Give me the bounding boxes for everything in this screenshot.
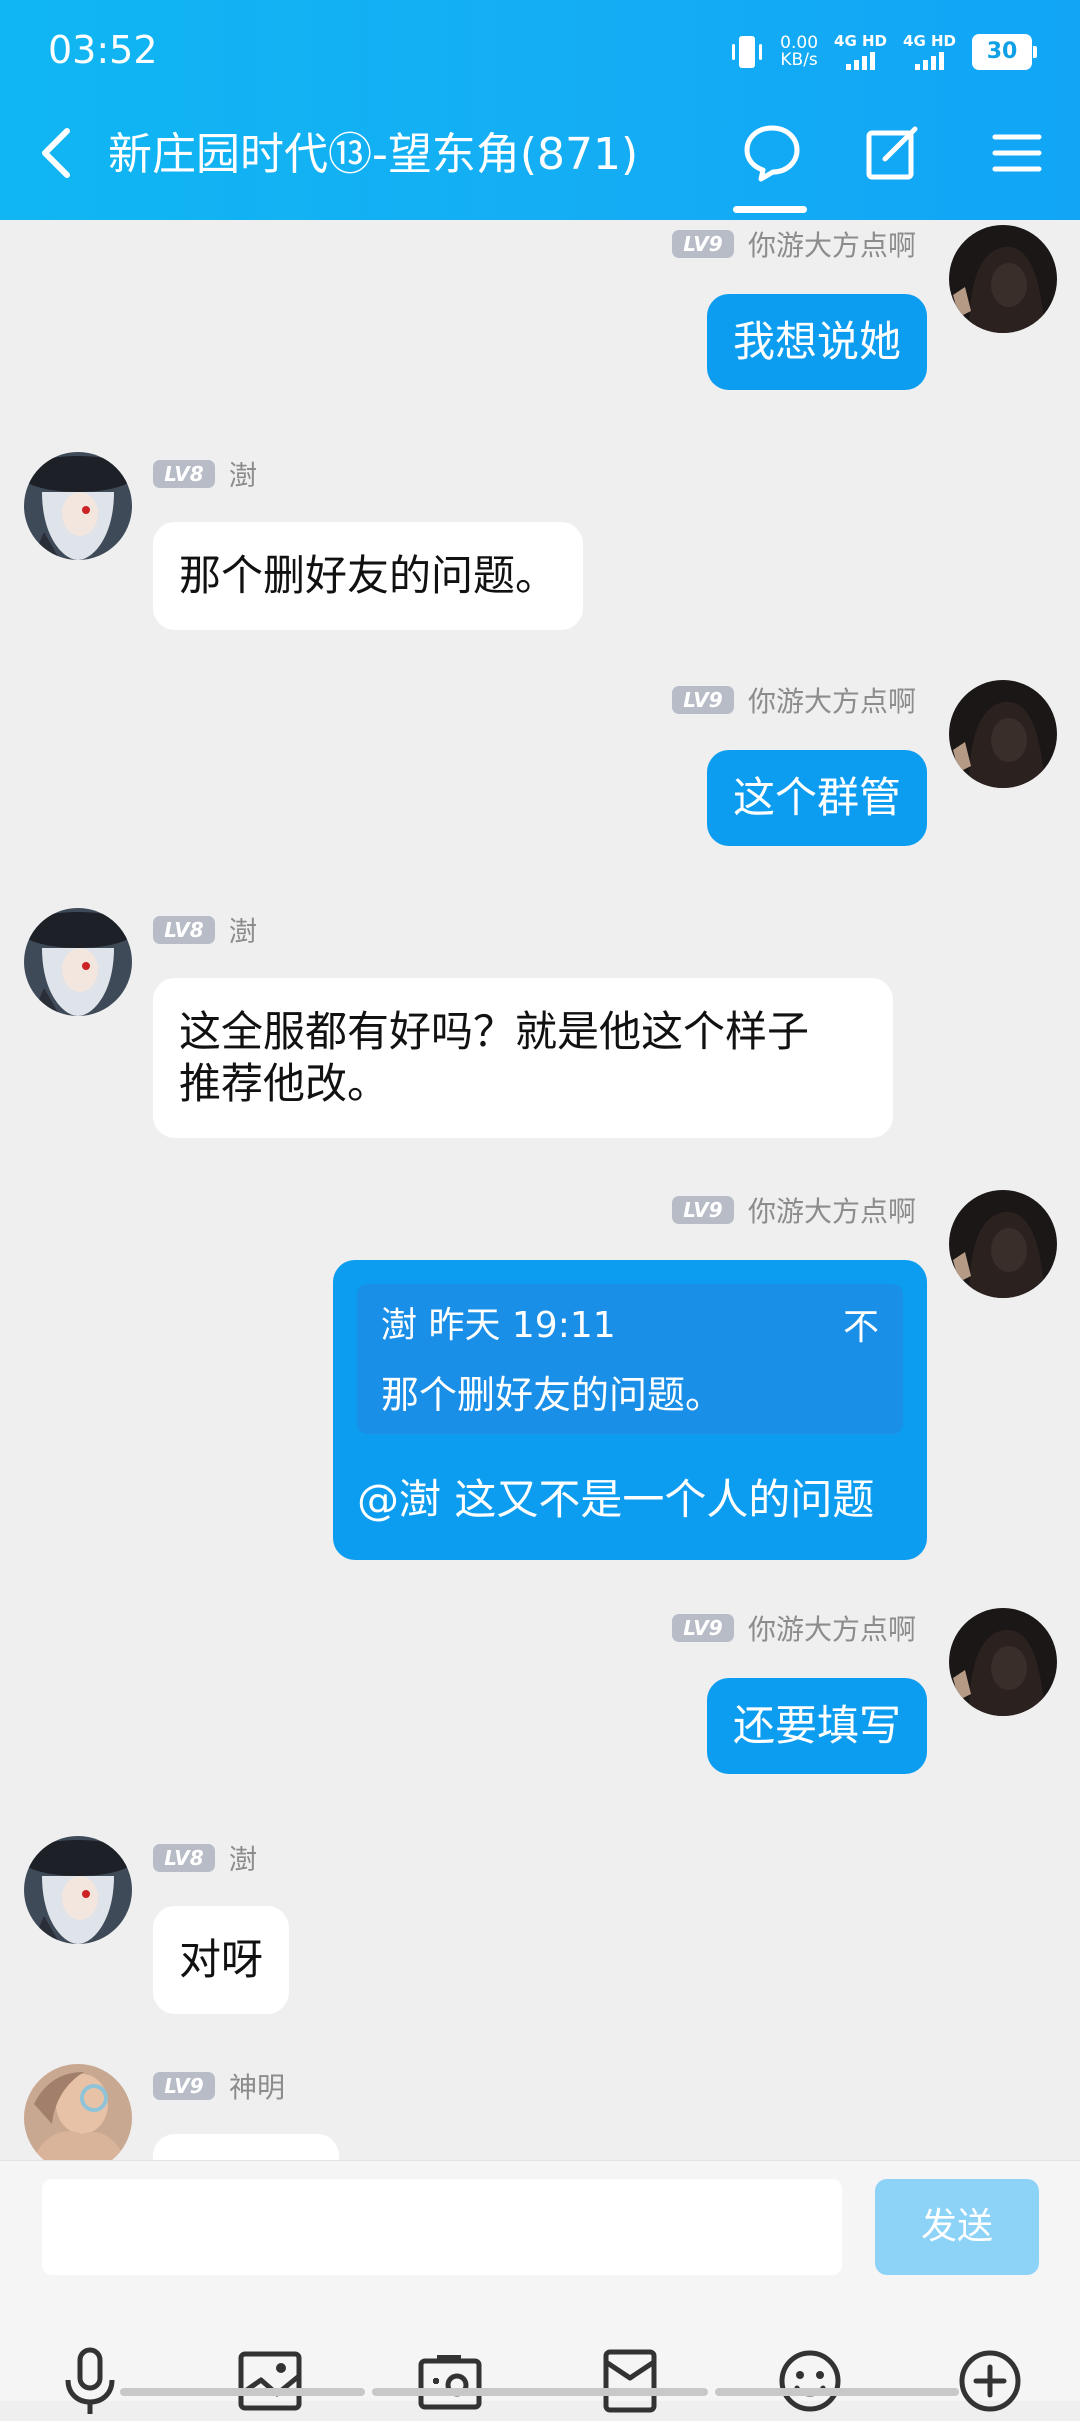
voice-button[interactable] [50, 2341, 130, 2421]
message-bubble[interactable]: 还要填写 [706, 1678, 927, 1774]
nav-indicator [372, 2388, 708, 2396]
plus-circle-icon [959, 2350, 1021, 2412]
message-meta: LV9 你游大方点啊 [671, 224, 916, 264]
red-packet-button[interactable] [590, 2341, 670, 2421]
level-badge: LV9 [671, 230, 734, 258]
avatar-user[interactable] [24, 452, 132, 560]
level-badge: LV9 [671, 1614, 734, 1642]
sender-name[interactable]: 你游大方点啊 [748, 680, 916, 720]
nav-indicator [715, 2388, 959, 2396]
avatar-self[interactable] [949, 1190, 1057, 1298]
avatar-user[interactable] [24, 908, 132, 1016]
network-speed-unit: KB/s [780, 50, 818, 70]
signal-2-label: 4G HD [903, 32, 956, 50]
signal-1-label: 4G HD [834, 32, 888, 50]
chevron-left-icon [42, 128, 70, 178]
quoted-message[interactable]: 澍 昨天 19:11 不 那个删好友的问题。 [357, 1284, 903, 1434]
message-meta: LV9 你游大方点啊 [671, 1190, 916, 1230]
signal-bars-icon [846, 52, 876, 70]
level-badge: LV9 [671, 686, 734, 714]
red-packet-icon [603, 2349, 657, 2413]
battery-icon: 30 [972, 34, 1037, 70]
edit-icon [866, 126, 918, 180]
avatar-user-2[interactable] [24, 2064, 132, 2160]
level-badge: LV9 [671, 1196, 734, 1224]
signal-bars-icon [915, 52, 944, 70]
sender-name[interactable]: 澍 [229, 910, 257, 950]
chat-header: 03:52 0.00 KB/s 4G HD 4G HD 30 新庄园时代⑬-望东… [0, 0, 1080, 220]
nav-indicator [120, 2388, 365, 2396]
avatar-user[interactable] [24, 1836, 132, 1944]
image-button[interactable] [230, 2341, 310, 2421]
camera-button[interactable] [410, 2341, 490, 2421]
emoji-button[interactable] [770, 2341, 850, 2421]
back-button[interactable] [30, 120, 80, 186]
sender-name[interactable]: 你游大方点啊 [748, 1190, 916, 1230]
message-line: 这全服都有好吗？就是他这个样子 [179, 1007, 810, 1056]
message-bubble[interactable]: 我想说她 [706, 294, 927, 390]
vibrate-icon [730, 32, 764, 72]
sender-name[interactable]: 神明 [229, 2066, 285, 2106]
image-icon [238, 2351, 302, 2411]
message-meta: LV9 你游大方点啊 [671, 680, 916, 720]
quote-text: 那个删好友的问题。 [381, 1373, 724, 1417]
message-meta: LV8 澍 [153, 1840, 257, 1876]
level-badge: LV8 [153, 916, 215, 944]
chat-bubble-icon [744, 125, 800, 182]
status-time: 03:52 [48, 28, 158, 72]
emoji-icon [779, 2350, 841, 2412]
more-button[interactable] [950, 2341, 1030, 2421]
message-meta: LV9 你游大方点啊 [671, 1608, 916, 1648]
level-badge: LV8 [153, 1844, 215, 1872]
level-badge: LV8 [153, 460, 215, 488]
sender-name[interactable]: 你游大方点啊 [748, 1608, 916, 1648]
message-bubble[interactable]: 这全服都有好吗？就是他这个样子 推荐他改。 [153, 978, 893, 1138]
signal-1: 4G HD [834, 34, 887, 70]
microphone-icon [65, 2347, 115, 2414]
menu-icon [992, 134, 1042, 172]
message-bubble[interactable]: 对呀 [153, 1906, 290, 2014]
camera-icon [418, 2355, 482, 2410]
active-tab-indicator [733, 206, 807, 213]
sender-name[interactable]: 澍 [229, 454, 257, 494]
quote-header: 澍 昨天 19:11 [381, 1305, 616, 1346]
message-meta: LV9 神明 [153, 2068, 285, 2104]
level-badge: LV9 [153, 2072, 215, 2100]
edit-button[interactable] [858, 118, 928, 188]
message-bubble[interactable] [153, 2134, 339, 2160]
status-icons: 0.00 KB/s 4G HD 4G HD 30 [730, 28, 1037, 76]
message-bubble[interactable]: 这个群管 [706, 750, 927, 846]
menu-button[interactable] [982, 118, 1052, 188]
sender-name[interactable]: 你游大方点啊 [748, 224, 916, 264]
reply-text: @澍 这又不是一个人的问题 [357, 1475, 875, 1524]
message-meta: LV8 澍 [153, 456, 257, 492]
quote-collapse-icon[interactable]: 不 [843, 1306, 879, 1350]
send-button[interactable]: 发送 [875, 2179, 1039, 2275]
message-list[interactable]: LV9 你游大方点啊 我想说她 LV8 澍 那个删好友的问题。 LV9 你游大方… [0, 220, 1080, 2160]
chat-title: 新庄园时代⑬-望东角(871) [108, 129, 639, 180]
sender-name[interactable]: 澍 [229, 1838, 257, 1878]
avatar-self[interactable] [949, 225, 1057, 333]
avatar-self[interactable] [949, 1608, 1057, 1716]
message-input[interactable] [42, 2179, 842, 2275]
avatar-self[interactable] [949, 680, 1057, 788]
tab-chat[interactable] [737, 118, 807, 188]
message-bubble[interactable]: 那个删好友的问题。 [153, 522, 584, 630]
network-speed: 0.00 KB/s [780, 35, 818, 69]
message-meta: LV8 澍 [153, 912, 257, 948]
message-line: 推荐他改。 [179, 1059, 390, 1108]
signal-2: 4G HD [903, 34, 956, 70]
input-bar: 发送 [0, 2160, 1080, 2414]
